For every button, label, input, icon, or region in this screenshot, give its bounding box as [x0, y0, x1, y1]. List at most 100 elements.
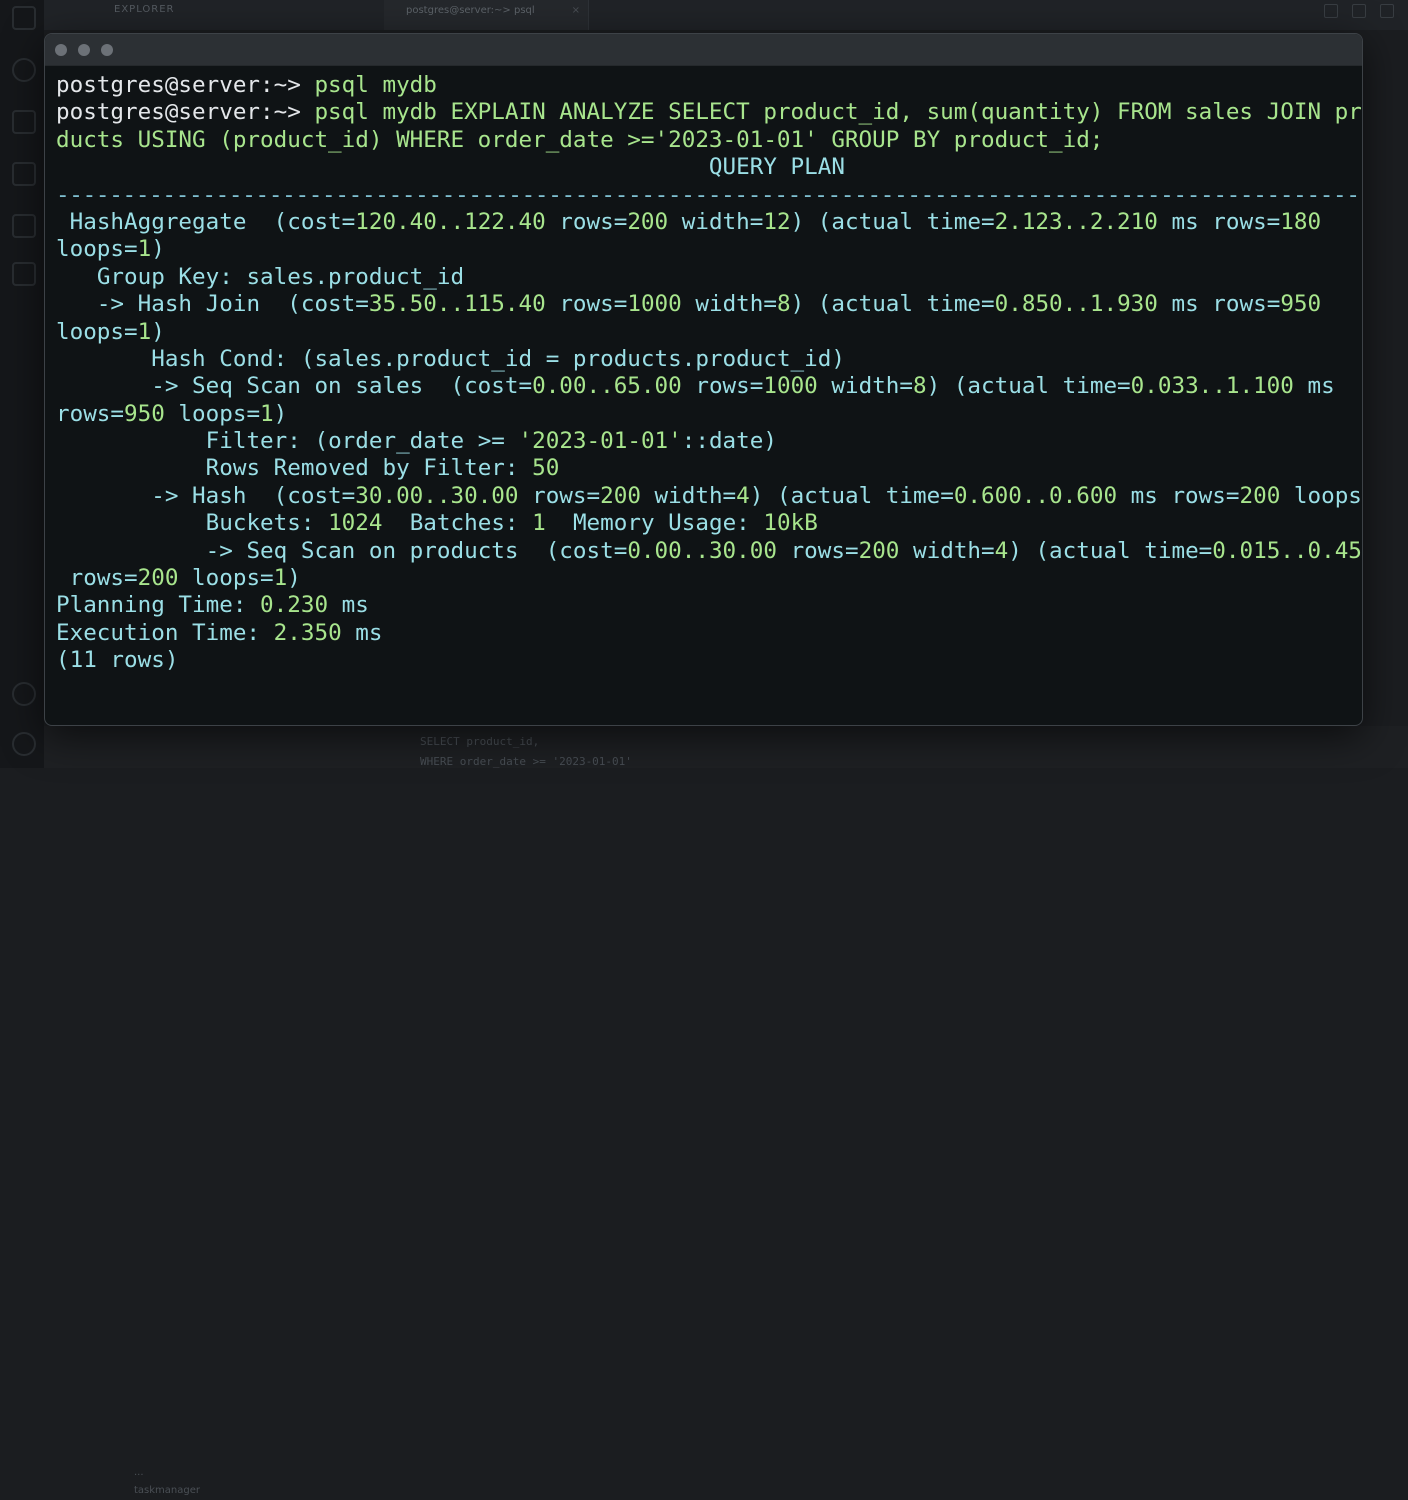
terminal-text-segment: Execution Time:	[56, 619, 274, 646]
terminal-line: ----------------------------------------…	[56, 182, 1362, 209]
terminal-text-segment: 0.600..0.600	[953, 482, 1118, 509]
terminal-text-segment: 4	[736, 482, 750, 509]
code-line: SELECT product_id,	[420, 735, 540, 748]
terminal-text-segment: 1	[137, 236, 152, 263]
terminal-text-segment: (11 rows)	[56, 647, 179, 674]
terminal-text-segment: ms	[1293, 373, 1335, 400]
terminal-text-segment: 1	[273, 565, 288, 592]
terminal-text-segment: Hash Cond: (sales.product_id = products.…	[151, 345, 845, 372]
terminal-line: rows=950 loops=1)	[56, 401, 1352, 428]
terminal-text-segment: ) (actual time=	[790, 291, 995, 318]
search-icon[interactable]	[12, 58, 36, 82]
terminal-text-segment: 12	[763, 208, 791, 235]
terminal-text-segment: 0.015..0.450	[1212, 537, 1363, 564]
more-actions-icon[interactable]	[1380, 4, 1394, 18]
close-icon[interactable]: ×	[572, 0, 580, 22]
terminal-text-segment: Buckets:	[205, 510, 329, 537]
terminal-line: -> Hash Join (cost=35.50..115.40 rows=10…	[56, 291, 1352, 318]
run-debug-icon[interactable]	[12, 162, 36, 186]
layout-icon[interactable]	[1352, 4, 1366, 18]
terminal-text-segment: postgres@server:~>	[56, 99, 315, 126]
gear-icon[interactable]	[12, 732, 36, 756]
terminal-text-segment: rows=	[776, 537, 859, 564]
terminal-text-segment: loops=	[164, 400, 261, 427]
extensions-icon[interactable]	[12, 214, 36, 238]
source-control-icon[interactable]	[12, 110, 36, 134]
terminal-line: Buckets: 1024 Batches: 1 Memory Usage: 1…	[56, 510, 1352, 537]
terminal-line: Planning Time: 0.230 ms	[56, 592, 1352, 619]
terminal-text-segment: psql mydb	[314, 72, 437, 98]
terminal-text-segment: 2.123..2.210	[994, 208, 1158, 235]
tree-item[interactable]: taskmanager	[134, 1482, 200, 1500]
terminal-text-segment: width=	[899, 537, 995, 564]
minimize-window-dot[interactable]	[78, 44, 90, 56]
editor-code: SELECT product_id, WHERE order_date >= '…	[420, 732, 632, 772]
editor-titlebar: EXPLORER postgres@server:~> psql ×	[44, 0, 1408, 30]
terminal-text-segment: -> Hash Join (cost=	[96, 291, 369, 318]
terminal-text-segment: loops=	[56, 318, 138, 345]
terminal-text-segment: 0.230	[260, 592, 329, 619]
terminal-titlebar	[45, 34, 1362, 66]
terminal-text-segment: 10kB	[763, 510, 818, 537]
terminal-text-segment: ::date)	[681, 428, 777, 455]
terminal-text-segment: 1000	[763, 373, 818, 400]
terminal-text-segment: '2023-01-01'	[518, 428, 682, 455]
terminal-line: QUERY PLAN	[56, 154, 1352, 181]
explorer-title: EXPLORER	[114, 4, 175, 15]
terminal-line: loops=1)	[56, 319, 1352, 346]
terminal-line: rows=200 loops=1)	[56, 565, 1352, 592]
files-icon[interactable]	[12, 6, 36, 30]
tab-label: postgres@server:~> psql	[406, 5, 535, 16]
terminal-text-segment: 30.00..30.00	[355, 482, 519, 509]
terminal-window[interactable]: postgres@server:~> psql mydb postgres@ser…	[44, 33, 1363, 726]
terminal-line: (11 rows)	[56, 647, 1352, 674]
terminal-line: Group Key: sales.product_id	[56, 264, 1352, 291]
terminal-text-segment: )	[287, 565, 301, 592]
terminal-text-segment: 50	[532, 455, 560, 482]
terminal-text-segment: 1024	[328, 510, 383, 537]
terminal-text-segment: 1000	[627, 291, 682, 318]
terminal-text-segment: ) (actual time=	[790, 208, 995, 235]
terminal-text-segment: 950	[124, 400, 165, 427]
maximize-window-dot[interactable]	[101, 44, 113, 56]
tree-item[interactable]: ...	[134, 1464, 200, 1482]
editor-area: ... taskmanager	[44, 726, 1408, 1496]
terminal-text-segment: 200	[1239, 482, 1281, 509]
terminal-text-segment: Memory Usage:	[545, 510, 764, 537]
terminal-text-segment: Group Key: sales.product_id	[96, 263, 465, 290]
terminal-text-segment: rows=	[69, 565, 138, 592]
terminal-text-segment: width=	[640, 482, 737, 509]
activity-bar	[0, 0, 44, 768]
terminal-text-segment: -> Hash (cost=	[151, 482, 356, 509]
terminal-text-segment: ----------------------------------------…	[56, 181, 1363, 208]
terminal-text-segment: -> Seq Scan on products (cost=	[205, 537, 628, 564]
terminal-text-segment: ) (actual time=	[1008, 537, 1213, 564]
terminal-output[interactable]: postgres@server:~> psql mydb postgres@ser…	[56, 72, 1362, 715]
terminal-text-segment: 0.033..1.100	[1130, 373, 1294, 400]
docker-icon[interactable]	[12, 262, 36, 286]
terminal-line: loops=1)	[56, 236, 1352, 263]
terminal-text-segment: 1	[532, 510, 546, 537]
terminal-text-segment: ms rows=	[1117, 482, 1240, 509]
code-line: WHERE order_date >= '2023-01-01'	[420, 755, 632, 768]
terminal-text-segment: rows=	[545, 291, 628, 318]
terminal-text-segment: 35.50..115.40	[368, 291, 546, 318]
close-window-dot[interactable]	[55, 44, 67, 56]
terminal-line: Hash Cond: (sales.product_id = products.…	[56, 346, 1352, 373]
split-editor-icon[interactable]	[1324, 4, 1338, 18]
account-icon[interactable]	[12, 682, 36, 706]
terminal-text-segment: 200	[627, 208, 669, 235]
terminal-text-segment: 180	[1280, 208, 1322, 235]
terminal-text-segment: 2.350	[273, 619, 342, 646]
terminal-text-segment: 0.00..65.00	[532, 373, 682, 400]
terminal-text-segment: Planning Time:	[56, 592, 261, 619]
terminal-text-segment: Batches:	[382, 510, 533, 537]
editor-tab[interactable]: postgres@server:~> psql ×	[384, 0, 589, 30]
